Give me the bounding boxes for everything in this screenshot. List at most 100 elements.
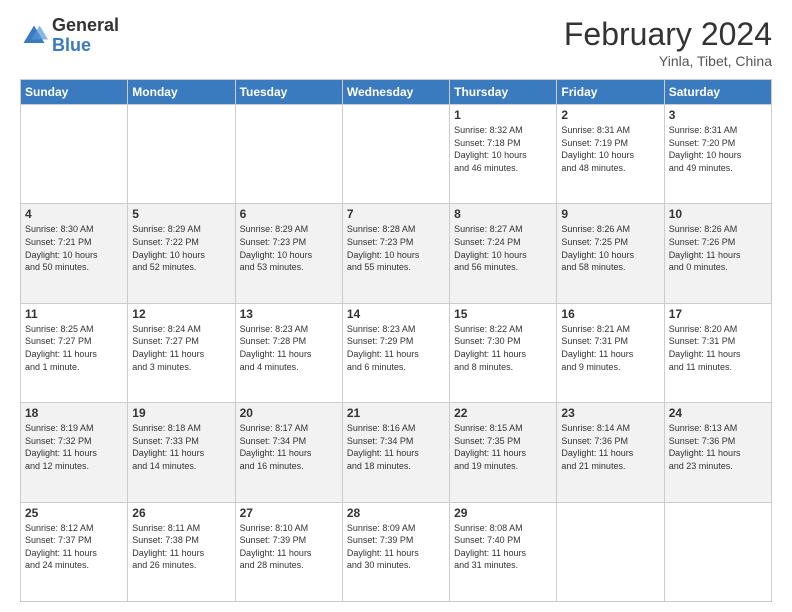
calendar-cell: 13 Sunrise: 8:23 AM Sunset: 7:28 PM Dayli… (235, 303, 342, 402)
day-number: 12 (132, 307, 230, 321)
day-info: Sunrise: 8:13 AM Sunset: 7:36 PM Dayligh… (669, 422, 767, 472)
calendar-cell (664, 502, 771, 601)
calendar-table: SundayMondayTuesdayWednesdayThursdayFrid… (20, 79, 772, 602)
calendar-week-row: 25 Sunrise: 8:12 AM Sunset: 7:37 PM Dayli… (21, 502, 772, 601)
calendar-cell: 14Sunrise: 8:23 AM Sunset: 7:29 PM Dayli… (342, 303, 449, 402)
calendar-cell: 27 Sunrise: 8:10 AM Sunset: 7:39 PM Dayli… (235, 502, 342, 601)
calendar-cell: 29Sunrise: 8:08 AM Sunset: 7:40 PM Dayli… (450, 502, 557, 601)
day-info: Sunrise: 8:31 AM Sunset: 7:19 PM Dayligh… (561, 124, 659, 174)
page: General Blue February 2024 Yinla, Tibet,… (0, 0, 792, 612)
day-info: Sunrise: 8:08 AM Sunset: 7:40 PM Dayligh… (454, 522, 552, 572)
day-number: 15 (454, 307, 552, 321)
day-number: 6 (240, 207, 338, 221)
calendar-cell: 16Sunrise: 8:21 AM Sunset: 7:31 PM Dayli… (557, 303, 664, 402)
logo: General Blue (20, 16, 119, 56)
day-info: Sunrise: 8:32 AM Sunset: 7:18 PM Dayligh… (454, 124, 552, 174)
weekday-header: Wednesday (342, 80, 449, 105)
day-info: Sunrise: 8:10 AM Sunset: 7:39 PM Dayligh… (240, 522, 338, 572)
day-info: Sunrise: 8:29 AM Sunset: 7:23 PM Dayligh… (240, 223, 338, 273)
calendar-cell (21, 105, 128, 204)
calendar-week-row: 11Sunrise: 8:25 AM Sunset: 7:27 PM Dayli… (21, 303, 772, 402)
day-info: Sunrise: 8:27 AM Sunset: 7:24 PM Dayligh… (454, 223, 552, 273)
calendar-cell: 18 Sunrise: 8:19 AM Sunset: 7:32 PM Dayli… (21, 403, 128, 502)
day-number: 21 (347, 406, 445, 420)
day-number: 13 (240, 307, 338, 321)
title-block: February 2024 Yinla, Tibet, China (564, 16, 772, 69)
day-info: Sunrise: 8:24 AM Sunset: 7:27 PM Dayligh… (132, 323, 230, 373)
day-info: Sunrise: 8:15 AM Sunset: 7:35 PM Dayligh… (454, 422, 552, 472)
weekday-header: Saturday (664, 80, 771, 105)
day-number: 26 (132, 506, 230, 520)
day-number: 3 (669, 108, 767, 122)
calendar-cell (128, 105, 235, 204)
calendar-cell: 6 Sunrise: 8:29 AM Sunset: 7:23 PM Daylig… (235, 204, 342, 303)
day-info: Sunrise: 8:31 AM Sunset: 7:20 PM Dayligh… (669, 124, 767, 174)
day-number: 8 (454, 207, 552, 221)
day-number: 18 (25, 406, 123, 420)
day-number: 25 (25, 506, 123, 520)
day-number: 10 (669, 207, 767, 221)
calendar-cell: 15 Sunrise: 8:22 AM Sunset: 7:30 PM Dayli… (450, 303, 557, 402)
calendar-cell (342, 105, 449, 204)
day-number: 20 (240, 406, 338, 420)
calendar-cell: 8 Sunrise: 8:27 AM Sunset: 7:24 PM Daylig… (450, 204, 557, 303)
calendar-cell: 2 Sunrise: 8:31 AM Sunset: 7:19 PM Daylig… (557, 105, 664, 204)
calendar-cell: 1Sunrise: 8:32 AM Sunset: 7:18 PM Daylig… (450, 105, 557, 204)
day-info: Sunrise: 8:30 AM Sunset: 7:21 PM Dayligh… (25, 223, 123, 273)
day-number: 22 (454, 406, 552, 420)
calendar-cell: 28 Sunrise: 8:09 AM Sunset: 7:39 PM Dayli… (342, 502, 449, 601)
calendar-cell: 20 Sunrise: 8:17 AM Sunset: 7:34 PM Dayli… (235, 403, 342, 502)
weekday-header: Thursday (450, 80, 557, 105)
day-number: 7 (347, 207, 445, 221)
day-info: Sunrise: 8:23 AM Sunset: 7:28 PM Dayligh… (240, 323, 338, 373)
calendar-week-row: 1Sunrise: 8:32 AM Sunset: 7:18 PM Daylig… (21, 105, 772, 204)
calendar-cell: 21 Sunrise: 8:16 AM Sunset: 7:34 PM Dayli… (342, 403, 449, 502)
day-info: Sunrise: 8:14 AM Sunset: 7:36 PM Dayligh… (561, 422, 659, 472)
calendar-week-row: 4 Sunrise: 8:30 AM Sunset: 7:21 PM Daylig… (21, 204, 772, 303)
weekday-header: Friday (557, 80, 664, 105)
calendar-cell: 23 Sunrise: 8:14 AM Sunset: 7:36 PM Dayli… (557, 403, 664, 502)
calendar-cell (235, 105, 342, 204)
calendar-cell: 7 Sunrise: 8:28 AM Sunset: 7:23 PM Daylig… (342, 204, 449, 303)
day-number: 16 (561, 307, 659, 321)
day-number: 5 (132, 207, 230, 221)
logo-blue: Blue (52, 36, 119, 56)
calendar-cell: 4 Sunrise: 8:30 AM Sunset: 7:21 PM Daylig… (21, 204, 128, 303)
day-number: 14 (347, 307, 445, 321)
day-number: 19 (132, 406, 230, 420)
calendar-cell: 10Sunrise: 8:26 AM Sunset: 7:26 PM Dayli… (664, 204, 771, 303)
calendar-cell: 12 Sunrise: 8:24 AM Sunset: 7:27 PM Dayli… (128, 303, 235, 402)
weekday-header: Monday (128, 80, 235, 105)
day-number: 27 (240, 506, 338, 520)
weekday-header: Sunday (21, 80, 128, 105)
calendar-cell: 22 Sunrise: 8:15 AM Sunset: 7:35 PM Dayli… (450, 403, 557, 502)
day-number: 28 (347, 506, 445, 520)
day-info: Sunrise: 8:17 AM Sunset: 7:34 PM Dayligh… (240, 422, 338, 472)
calendar-header-row: SundayMondayTuesdayWednesdayThursdayFrid… (21, 80, 772, 105)
logo-icon (20, 22, 48, 50)
title-location: Yinla, Tibet, China (564, 53, 772, 69)
day-info: Sunrise: 8:12 AM Sunset: 7:37 PM Dayligh… (25, 522, 123, 572)
day-info: Sunrise: 8:16 AM Sunset: 7:34 PM Dayligh… (347, 422, 445, 472)
calendar-cell: 3 Sunrise: 8:31 AM Sunset: 7:20 PM Daylig… (664, 105, 771, 204)
day-info: Sunrise: 8:29 AM Sunset: 7:22 PM Dayligh… (132, 223, 230, 273)
day-info: Sunrise: 8:11 AM Sunset: 7:38 PM Dayligh… (132, 522, 230, 572)
calendar-cell: 9Sunrise: 8:26 AM Sunset: 7:25 PM Daylig… (557, 204, 664, 303)
day-info: Sunrise: 8:19 AM Sunset: 7:32 PM Dayligh… (25, 422, 123, 472)
day-info: Sunrise: 8:09 AM Sunset: 7:39 PM Dayligh… (347, 522, 445, 572)
calendar-week-row: 18 Sunrise: 8:19 AM Sunset: 7:32 PM Dayli… (21, 403, 772, 502)
day-info: Sunrise: 8:28 AM Sunset: 7:23 PM Dayligh… (347, 223, 445, 273)
day-info: Sunrise: 8:20 AM Sunset: 7:31 PM Dayligh… (669, 323, 767, 373)
day-number: 17 (669, 307, 767, 321)
day-number: 2 (561, 108, 659, 122)
day-info: Sunrise: 8:22 AM Sunset: 7:30 PM Dayligh… (454, 323, 552, 373)
day-number: 4 (25, 207, 123, 221)
logo-text: General Blue (52, 16, 119, 56)
calendar-cell: 17 Sunrise: 8:20 AM Sunset: 7:31 PM Dayli… (664, 303, 771, 402)
calendar-cell: 5 Sunrise: 8:29 AM Sunset: 7:22 PM Daylig… (128, 204, 235, 303)
weekday-header: Tuesday (235, 80, 342, 105)
day-number: 23 (561, 406, 659, 420)
day-number: 9 (561, 207, 659, 221)
calendar-cell: 26 Sunrise: 8:11 AM Sunset: 7:38 PM Dayli… (128, 502, 235, 601)
calendar-cell: 24Sunrise: 8:13 AM Sunset: 7:36 PM Dayli… (664, 403, 771, 502)
